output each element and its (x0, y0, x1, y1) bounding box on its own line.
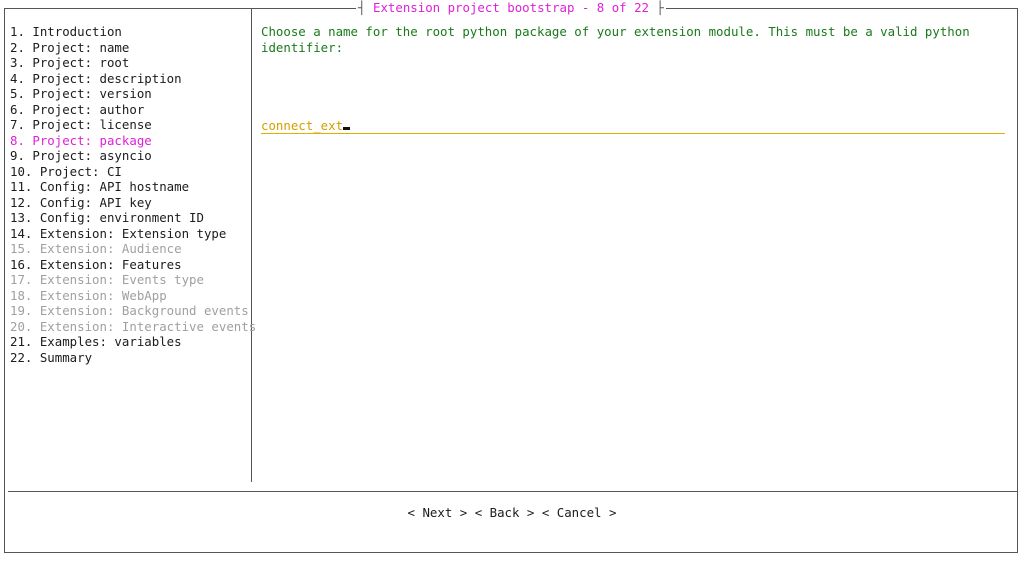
footer-divider (8, 491, 1017, 492)
window-title-bar: ┤ Extension project bootstrap - 8 of 22 … (356, 0, 666, 16)
step-item[interactable]: 4. Project: description (10, 71, 256, 87)
step-item[interactable]: 17. Extension: Events type (10, 272, 256, 288)
next-button[interactable]: < Next > (408, 505, 468, 520)
step-item[interactable]: 8. Project: package (10, 133, 256, 149)
step-item[interactable]: 18. Extension: WebApp (10, 288, 256, 304)
package-name-input[interactable]: connect_ext (261, 118, 1005, 134)
button-bar: < Next > < Back > < Cancel > (0, 505, 1024, 520)
step-item[interactable]: 3. Project: root (10, 55, 256, 71)
back-button[interactable]: < Back > (475, 505, 535, 520)
step-item[interactable]: 14. Extension: Extension type (10, 226, 256, 242)
step-item[interactable]: 5. Project: version (10, 86, 256, 102)
input-value: connect_ext (261, 118, 344, 133)
step-item[interactable]: 22. Summary (10, 350, 256, 366)
step-item[interactable]: 19. Extension: Background events (10, 303, 256, 319)
step-content: Choose a name for the root python packag… (261, 24, 981, 55)
step-item[interactable]: 7. Project: license (10, 117, 256, 133)
step-item[interactable]: 20. Extension: Interactive events (10, 319, 256, 335)
step-item[interactable]: 1. Introduction (10, 24, 256, 40)
step-item[interactable]: 21. Examples: variables (10, 334, 256, 350)
step-item[interactable]: 16. Extension: Features (10, 257, 256, 273)
step-item[interactable]: 12. Config: API key (10, 195, 256, 211)
step-item[interactable]: 13. Config: environment ID (10, 210, 256, 226)
step-item[interactable]: 2. Project: name (10, 40, 256, 56)
step-item[interactable]: 9. Project: asyncio (10, 148, 256, 164)
window-title: Extension project bootstrap - 8 of 22 (372, 0, 649, 15)
step-list: 1. Introduction 2. Project: name 3. Projec… (10, 24, 256, 365)
text-cursor (343, 127, 351, 130)
step-item[interactable]: 10. Project: CI (10, 164, 256, 180)
step-item[interactable]: 6. Project: author (10, 102, 256, 118)
cancel-button[interactable]: < Cancel > (542, 505, 617, 520)
question-text: Choose a name for the root python packag… (261, 24, 970, 55)
step-item[interactable]: 11. Config: API hostname (10, 179, 256, 195)
step-item[interactable]: 15. Extension: Audience (10, 241, 256, 257)
